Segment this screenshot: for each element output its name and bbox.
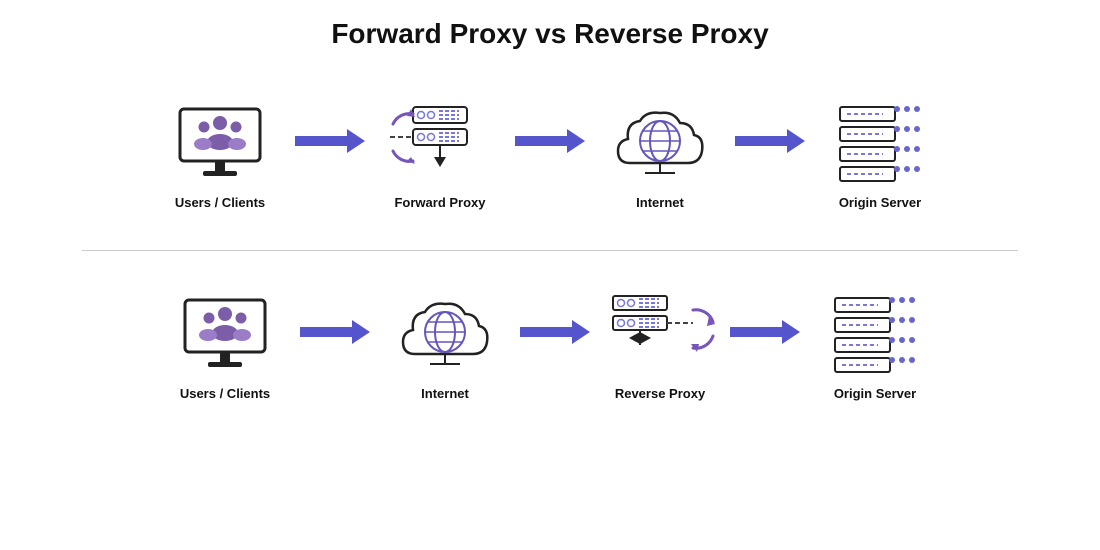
label-forward-proxy: Forward Proxy xyxy=(394,195,485,212)
label-origin-server-bottom: Origin Server xyxy=(834,386,916,403)
arrow-2-bottom xyxy=(515,287,595,377)
label-internet-top: Internet xyxy=(636,195,684,212)
label-users-clients-top: Users / Clients xyxy=(175,195,265,212)
reverse-proxy-icon xyxy=(603,290,718,380)
label-origin-server-top: Origin Server xyxy=(839,195,921,212)
server-icon-top xyxy=(835,99,925,189)
server-icon-bottom xyxy=(830,290,920,380)
cloud-internet-icon-bottom xyxy=(395,290,495,380)
node-users-clients-top: Users / Clients xyxy=(150,99,290,212)
forward-proxy-icon xyxy=(385,99,495,189)
arrow-3-bottom xyxy=(725,287,805,377)
bottom-row: Users / Clients xyxy=(30,251,1070,441)
node-internet-top: Internet xyxy=(590,99,730,212)
cloud-internet-icon-top xyxy=(610,99,710,189)
node-reverse-proxy: Reverse Proxy xyxy=(595,290,725,403)
label-users-clients-bottom: Users / Clients xyxy=(180,386,270,403)
arrow-1-bottom xyxy=(295,287,375,377)
node-users-clients-bottom: Users / Clients xyxy=(155,290,295,403)
node-origin-server-top: Origin Server xyxy=(810,99,950,212)
arrow-3-top xyxy=(730,96,810,186)
node-forward-proxy: Forward Proxy xyxy=(370,99,510,212)
arrow-2-top xyxy=(510,96,590,186)
node-origin-server-bottom: Origin Server xyxy=(805,290,945,403)
monitor-icon-top xyxy=(175,99,265,189)
arrow-1-top xyxy=(290,96,370,186)
top-row: Users / Clients xyxy=(30,60,1070,250)
label-internet-bottom: Internet xyxy=(421,386,469,403)
page-title: Forward Proxy vs Reverse Proxy xyxy=(0,0,1100,60)
node-internet-bottom: Internet xyxy=(375,290,515,403)
monitor-icon-bottom xyxy=(180,290,270,380)
label-reverse-proxy: Reverse Proxy xyxy=(615,386,705,403)
